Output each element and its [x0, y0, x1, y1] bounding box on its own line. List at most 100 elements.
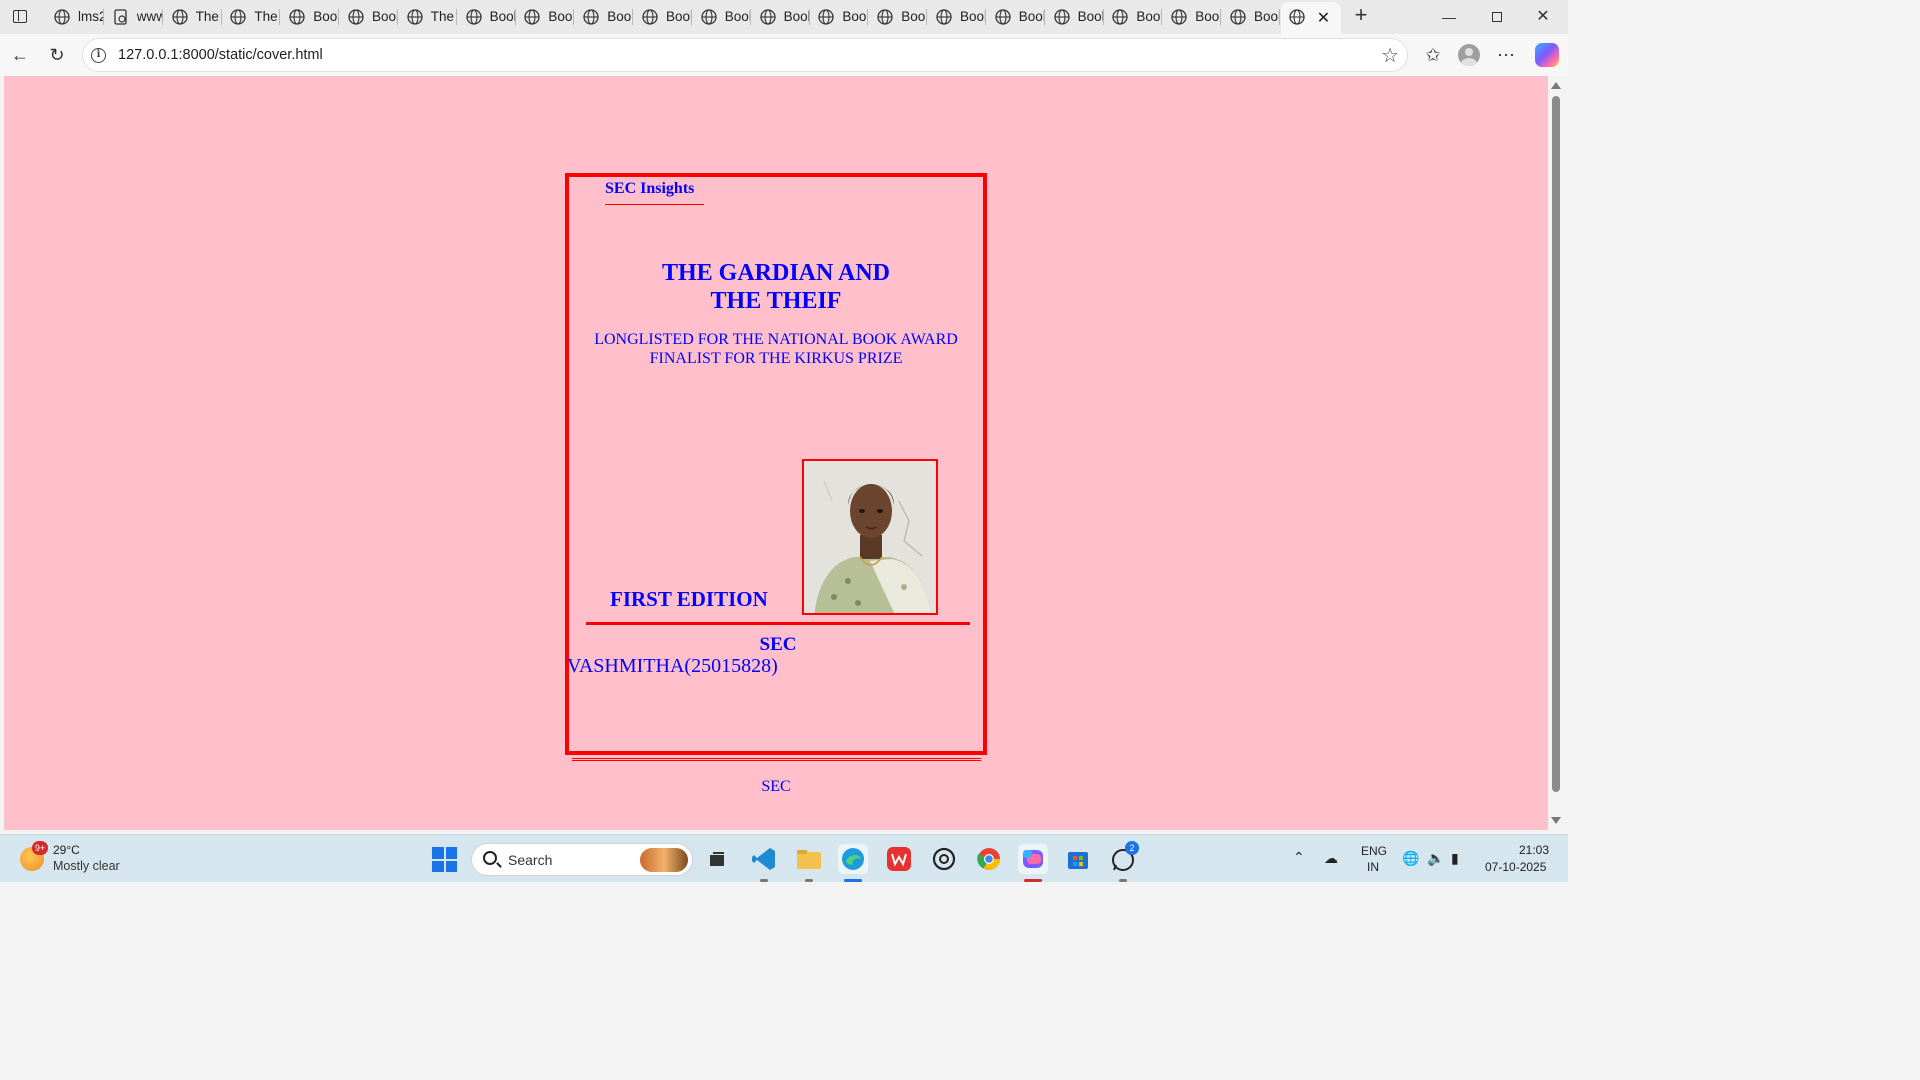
- tab-title: Book: [313, 9, 339, 24]
- copilot-icon[interactable]: [1535, 43, 1559, 67]
- globe-icon: [407, 9, 423, 25]
- weather-temperature[interactable]: 29°C: [53, 843, 80, 857]
- clock-date[interactable]: 07-10-2025: [1485, 860, 1546, 874]
- browser-tab[interactable]: Book: [1222, 3, 1280, 31]
- title-line-2: THE THEIF: [710, 288, 842, 314]
- tab-title: Book: [842, 9, 868, 24]
- browser-tab[interactable]: Book: [693, 3, 751, 31]
- profile-avatar[interactable]: [1458, 44, 1480, 66]
- author-photo: [802, 459, 938, 615]
- active-browser-tab[interactable]: ✕: [1280, 2, 1341, 34]
- browser-tab[interactable]: Book: [752, 3, 810, 31]
- restore-button[interactable]: [1474, 0, 1520, 34]
- edition-label: FIRST EDITION: [610, 587, 768, 611]
- tab-title: Book: [960, 9, 986, 24]
- vertical-scrollbar[interactable]: [1548, 76, 1564, 830]
- chatgpt-icon[interactable]: [929, 844, 959, 874]
- scroll-down-arrow[interactable]: [1551, 817, 1561, 824]
- more-options-icon[interactable]: ⋯: [1493, 42, 1519, 68]
- url-text[interactable]: 127.0.0.1:8000/static/cover.html: [118, 47, 323, 63]
- globe-icon: [995, 9, 1011, 25]
- browser-tab[interactable]: Book: [1046, 3, 1104, 31]
- whatsapp-badge: 2: [1125, 841, 1139, 855]
- back-button[interactable]: ←: [7, 42, 33, 68]
- whatsapp-icon[interactable]: 2: [1108, 841, 1139, 882]
- tab-title: Book: [489, 9, 516, 24]
- award-finalist: FINALIST FOR THE KIRKUS PRIZE: [649, 350, 903, 367]
- microsoft-store-icon[interactable]: [1063, 844, 1093, 874]
- brand-label: SEC Insights: [605, 180, 704, 205]
- chrome-icon[interactable]: [974, 844, 1004, 874]
- running-indicator: [760, 879, 768, 882]
- book-cover: SEC Insights THE GARDIAN AND THE THEIF L…: [565, 173, 987, 755]
- refresh-button[interactable]: ↻: [44, 42, 70, 68]
- browser-tab[interactable]: Book: [516, 3, 575, 31]
- globe-icon: [465, 9, 482, 25]
- region-indicator[interactable]: IN: [1367, 860, 1379, 874]
- favorite-star-icon[interactable]: ☆: [1381, 43, 1399, 68]
- tab-actions-button[interactable]: [6, 5, 34, 29]
- windows-logo-pane: [445, 847, 457, 859]
- address-bar[interactable]: i 127.0.0.1:8000/static/cover.html ☆: [82, 38, 1408, 72]
- vscode-glyph: [752, 848, 775, 870]
- onedrive-offline-icon[interactable]: ☁: [1324, 850, 1338, 867]
- file-explorer-icon[interactable]: [794, 844, 824, 882]
- browser-tab[interactable]: Book: [281, 3, 340, 31]
- browser-tab[interactable]: www: [105, 3, 163, 31]
- tab-title: Book: [901, 9, 927, 24]
- globe-icon: [701, 9, 717, 25]
- vscode-icon[interactable]: [749, 844, 779, 882]
- copilot-glyph: [1023, 850, 1043, 868]
- scroll-up-arrow[interactable]: [1551, 82, 1561, 89]
- title-line-1: THE GARDIAN AND: [661, 260, 891, 286]
- tab-title: The: [430, 9, 455, 24]
- globe-icon: [524, 9, 541, 25]
- wps-office-icon[interactable]: [884, 844, 914, 874]
- weather-description[interactable]: Mostly clear: [53, 859, 120, 873]
- browser-tab[interactable]: The: [399, 3, 457, 31]
- windows-logo-icon: [432, 847, 444, 859]
- language-indicator[interactable]: ENG: [1361, 844, 1387, 858]
- browser-tab[interactable]: Book: [340, 3, 398, 31]
- tab-title: The: [195, 9, 219, 24]
- browser-tab[interactable]: Book: [810, 3, 869, 31]
- tray-overflow-chevron-icon[interactable]: ⌃: [1293, 849, 1305, 866]
- browser-tab[interactable]: The: [164, 3, 222, 31]
- favorites-icon[interactable]: ✩: [1420, 42, 1446, 68]
- new-tab-button[interactable]: +: [1350, 4, 1372, 27]
- clock-time[interactable]: 21:03: [1519, 843, 1549, 857]
- tab-title: The: [254, 9, 278, 24]
- browser-tab[interactable]: Book: [634, 3, 692, 31]
- browser-tab[interactable]: Book: [928, 3, 986, 31]
- globe-icon: [818, 9, 835, 25]
- tab-title: Book: [607, 9, 633, 24]
- site-info-icon[interactable]: i: [91, 48, 106, 63]
- task-view-icon[interactable]: [702, 844, 732, 874]
- footer-text: SEC: [761, 778, 791, 795]
- edge-icon[interactable]: [838, 844, 868, 882]
- scroll-thumb[interactable]: [1552, 96, 1560, 792]
- browser-tab[interactable]: The: [222, 3, 281, 31]
- battery-icon[interactable]: ▮: [1451, 850, 1459, 867]
- close-window-button[interactable]: ✕: [1520, 0, 1566, 34]
- browser-tab[interactable]: Book: [987, 3, 1045, 31]
- browser-tab[interactable]: Book: [1104, 3, 1163, 31]
- browser-tab[interactable]: Book: [575, 3, 634, 31]
- tab-title: www: [136, 9, 163, 24]
- copilot-app-icon[interactable]: [1018, 844, 1048, 882]
- chrome-glyph: [977, 848, 1000, 870]
- browser-tab[interactable]: Book: [458, 3, 516, 31]
- browser-tab[interactable]: Book: [1163, 3, 1222, 31]
- volume-icon[interactable]: 🔈: [1427, 850, 1444, 867]
- windows-logo-pane: [432, 860, 444, 872]
- publisher-label: SEC: [759, 634, 797, 655]
- network-icon[interactable]: 🌐: [1402, 850, 1419, 867]
- close-tab-icon[interactable]: ✕: [1317, 8, 1330, 28]
- taskbar-search[interactable]: Search: [471, 843, 693, 876]
- start-button[interactable]: [432, 847, 457, 872]
- browser-tab[interactable]: lms2: [46, 3, 104, 31]
- tab-title: Book: [1077, 9, 1104, 24]
- minimize-button[interactable]: —: [1426, 0, 1472, 34]
- tab-title: Book: [666, 9, 692, 24]
- browser-tab[interactable]: Book: [869, 3, 928, 31]
